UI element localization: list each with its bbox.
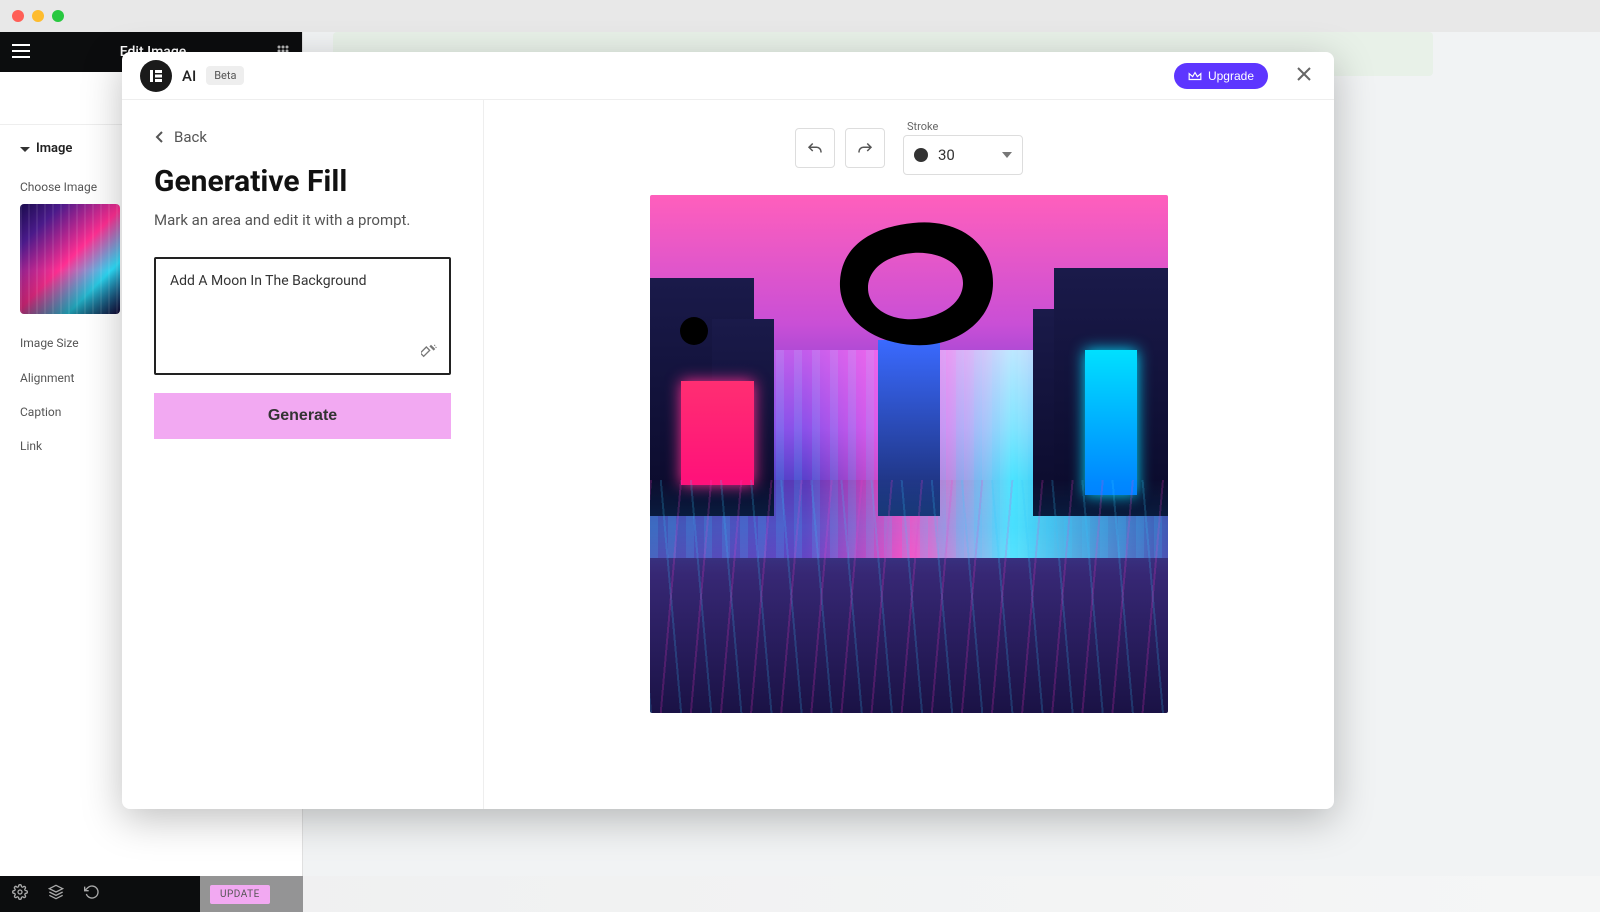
ai-left-panel: Back Generative Fill Mark an area and ed…: [122, 100, 484, 809]
chevron-left-icon: [154, 130, 164, 144]
redo-icon: [856, 140, 874, 156]
back-button[interactable]: Back: [154, 128, 451, 146]
close-button[interactable]: [1292, 62, 1316, 90]
settings-icon[interactable]: [12, 884, 28, 904]
road-layer: [650, 480, 1168, 713]
genfill-heading: Generative Fill: [154, 164, 451, 199]
canvas-toolbar: Stroke 30: [514, 120, 1304, 175]
redo-button[interactable]: [845, 128, 885, 168]
caption-label: Caption: [20, 405, 61, 419]
layers-icon[interactable]: [48, 884, 64, 904]
beta-badge: Beta: [206, 66, 244, 85]
generate-label: Generate: [268, 407, 337, 424]
stroke-value: 30: [938, 146, 992, 164]
window-maximize-dot[interactable]: [52, 10, 64, 22]
ai-title: AI: [182, 67, 196, 85]
upgrade-button[interactable]: Upgrade: [1174, 63, 1268, 89]
history-icon[interactable]: [84, 884, 100, 904]
mac-titlebar: [0, 0, 1600, 32]
page-preview-strip: [200, 876, 1600, 912]
chevron-down-icon: [1002, 152, 1012, 158]
stroke-label: Stroke: [903, 120, 1023, 133]
image-size-label: Image Size: [20, 336, 79, 350]
ai-right-panel: Stroke 30: [484, 100, 1334, 809]
menu-icon[interactable]: [12, 43, 30, 62]
canvas-stage: [514, 195, 1304, 789]
link-label: Link: [20, 439, 42, 453]
choose-image-label: Choose Image: [20, 180, 97, 194]
update-button[interactable]: UPDATE: [210, 885, 270, 904]
magic-wand-icon[interactable]: [421, 343, 437, 363]
stroke-select[interactable]: 30: [903, 135, 1023, 175]
genfill-subheading: Mark an area and edit it with a prompt.: [154, 211, 451, 229]
window-minimize-dot[interactable]: [32, 10, 44, 22]
alignment-label: Alignment: [20, 371, 74, 385]
ai-header: AI Beta Upgrade: [122, 52, 1334, 100]
crown-icon: [1188, 70, 1202, 82]
stroke-control: Stroke 30: [903, 120, 1023, 175]
prompt-box[interactable]: [154, 257, 451, 375]
image-preview[interactable]: [650, 195, 1168, 713]
stroke-preview-dot: [914, 148, 928, 162]
window-close-dot[interactable]: [12, 10, 24, 22]
section-image-label: Image: [36, 141, 72, 156]
undo-icon: [806, 140, 824, 156]
back-label: Back: [174, 128, 207, 146]
close-icon: [1296, 66, 1312, 82]
elementor-logo-icon: [140, 60, 172, 92]
ai-modal: AI Beta Upgrade Back Generative Fill Mar…: [122, 52, 1334, 809]
brush-cursor: [680, 317, 708, 345]
undo-button[interactable]: [795, 128, 835, 168]
ai-body: Back Generative Fill Mark an area and ed…: [122, 100, 1334, 809]
prompt-input[interactable]: [170, 273, 435, 321]
image-thumbnail[interactable]: [20, 204, 120, 314]
generate-button[interactable]: Generate: [154, 393, 451, 439]
upgrade-label: Upgrade: [1208, 69, 1254, 83]
